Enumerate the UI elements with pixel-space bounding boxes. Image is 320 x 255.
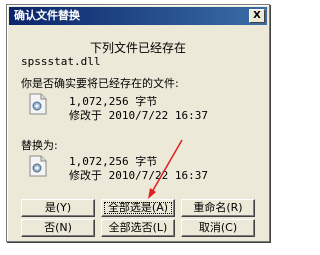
titlebar: 确认文件替换 X (9, 7, 267, 25)
window-title: 确认文件替换 (14, 9, 80, 22)
dialog-heading: 下列文件已经存在 (89, 41, 186, 55)
rename-button[interactable]: 重命名(R) (181, 199, 255, 217)
confirm-file-replace-dialog: 确认文件替换 X 下列文件已经存在 spssstat.dll 你是否确实要将已经… (6, 4, 270, 242)
no-to-all-button[interactable]: 全部选否(L) (101, 219, 175, 237)
cancel-button[interactable]: 取消(C) (181, 219, 255, 237)
dll-file-icon (29, 93, 47, 115)
yes-to-all-button[interactable]: 全部选是(A) (101, 199, 175, 217)
replace-question: 你是否确实要将已经存在的文件: (21, 77, 179, 90)
file-name: spssstat.dll (21, 55, 101, 68)
new-file-size: 1,072,256 字节 (69, 155, 158, 168)
existing-file-info: 1,072,256 字节 修改于 2010/7/22 16:37 (69, 95, 208, 123)
new-file-modified: 修改于 2010/7/22 16:37 (69, 169, 208, 182)
new-file-info: 1,072,256 字节 修改于 2010/7/22 16:37 (69, 155, 208, 183)
dll-file-icon (29, 155, 47, 177)
close-button[interactable]: X (249, 9, 265, 23)
no-button[interactable]: 否(N) (21, 219, 95, 237)
close-icon: X (253, 10, 261, 21)
yes-button[interactable]: 是(Y) (21, 199, 95, 217)
replace-with-label: 替换为: (21, 139, 58, 152)
existing-file-size: 1,072,256 字节 (69, 95, 158, 108)
existing-file-modified: 修改于 2010/7/22 16:37 (69, 109, 208, 122)
